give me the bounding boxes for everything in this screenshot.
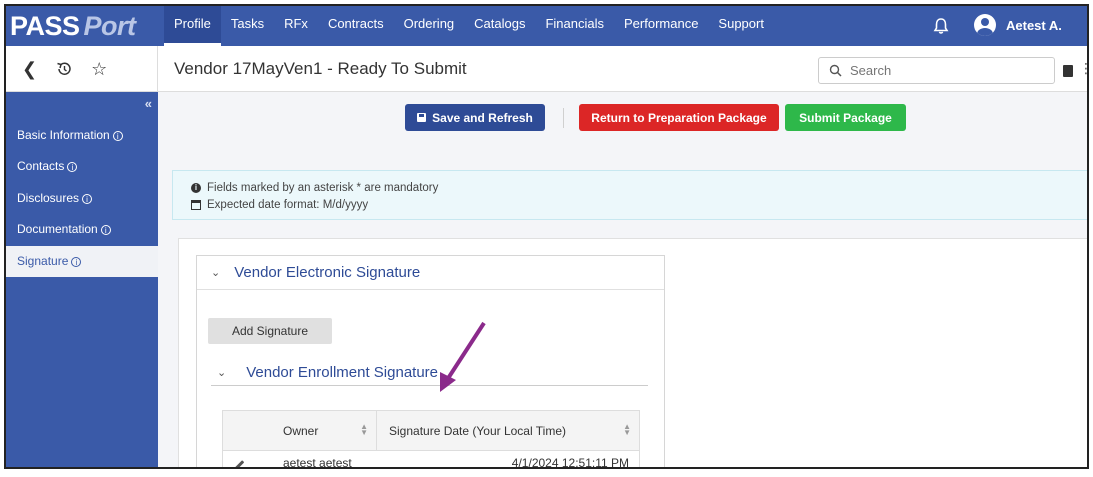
mandatory-fields-note: Fields marked by an asterisk * are manda… xyxy=(207,181,439,194)
history-icon[interactable] xyxy=(55,60,73,78)
info-notice: i Fields marked by an asterisk * are man… xyxy=(172,170,1087,220)
sidebar-item-contacts[interactable]: Contacts i xyxy=(6,151,158,182)
more-options-icon[interactable]: ⋮ xyxy=(1079,60,1087,77)
save-and-refresh-button[interactable]: Save and Refresh xyxy=(405,104,545,131)
search-box[interactable] xyxy=(818,57,1055,84)
sidebar-item-label: Documentation xyxy=(17,222,98,236)
nav-rfx[interactable]: RFx xyxy=(274,6,318,46)
edit-cell xyxy=(223,456,273,467)
sidebar: « Basic Information i Contacts i Disclosur… xyxy=(6,92,158,467)
user-avatar-icon[interactable] xyxy=(974,14,996,36)
favorite-star-icon[interactable]: ☆ xyxy=(91,59,107,80)
vendor-electronic-signature-section: ⌄ Vendor Electronic Signature Add Signat… xyxy=(196,255,665,469)
bell-icon[interactable] xyxy=(931,16,951,36)
passport-logo[interactable]: PASS Port xyxy=(6,6,158,46)
logo-pass-text: PASS xyxy=(10,10,80,41)
sort-icon[interactable]: ▲ ▼ xyxy=(623,423,631,437)
table-header: Owner ▲ ▼ Signature Date (Your Local Time… xyxy=(223,411,639,451)
signature-table: Owner ▲ ▼ Signature Date (Your Local Time… xyxy=(222,410,640,469)
logo-port-text: Port xyxy=(83,10,137,41)
chevron-down-icon[interactable]: ⌄ xyxy=(211,266,220,279)
column-label: Owner xyxy=(283,423,319,438)
sidebar-item-label: Basic Information xyxy=(17,128,110,142)
column-label: Signature Date (Your Local Time) xyxy=(389,423,566,438)
nav-financials[interactable]: Financials xyxy=(535,6,614,46)
search-icon xyxy=(829,64,842,77)
nav-profile[interactable]: Profile xyxy=(164,6,221,46)
column-header-signature-date[interactable]: Signature Date (Your Local Time) ▲ ▼ xyxy=(377,411,639,450)
date-format-note: Expected date format: M/d/yyyy xyxy=(207,198,369,211)
info-icon: i xyxy=(67,162,78,172)
info-icon: i xyxy=(71,257,82,267)
chevron-down-icon[interactable]: ⌄ xyxy=(217,366,226,379)
nav-tasks[interactable]: Tasks xyxy=(221,6,274,46)
page-title: Vendor 17MayVen1 - Ready To Submit xyxy=(174,59,467,78)
info-icon: i xyxy=(112,131,123,141)
user-name[interactable]: Aetest A. xyxy=(1006,18,1062,33)
subsection-title: Vendor Enrollment Signature xyxy=(246,364,439,381)
top-navigation-bar: PASS Port Profile Tasks RFx Contracts Ord… xyxy=(6,6,1087,46)
main-content: Save and Refresh Return to Preparation P… xyxy=(158,92,1087,469)
pencil-edit-icon[interactable] xyxy=(233,460,245,467)
signature-panel: ⌄ Vendor Electronic Signature Add Signat… xyxy=(178,238,1087,469)
return-to-preparation-button[interactable]: Return to Preparation Package xyxy=(579,104,779,131)
info-icon: i xyxy=(100,225,111,235)
toolbar-divider xyxy=(563,108,564,128)
page-header-tools: ❮ ☆ xyxy=(6,46,158,92)
nav-catalogs[interactable]: Catalogs xyxy=(464,6,535,46)
sidebar-item-label: Disclosures xyxy=(17,191,80,205)
sidebar-item-label: Contacts xyxy=(17,159,65,173)
save-button-label: Save and Refresh xyxy=(432,110,533,125)
info-icon: i xyxy=(82,194,93,204)
section-header[interactable]: ⌄ Vendor Electronic Signature xyxy=(197,256,664,290)
main-nav-menu: Profile Tasks RFx Contracts Ordering Cat… xyxy=(164,6,774,46)
sidebar-item-signature[interactable]: Signature i xyxy=(6,246,158,277)
submit-package-button[interactable]: Submit Package xyxy=(785,104,906,131)
page-header-bar: ❮ ☆ Vendor 17MayVen1 - Ready To Submit ⋮ xyxy=(6,46,1087,92)
sidebar-item-label: Signature xyxy=(17,254,69,268)
add-signature-button[interactable]: Add Signature xyxy=(208,318,332,344)
nav-performance[interactable]: Performance xyxy=(614,6,708,46)
nav-contracts[interactable]: Contracts xyxy=(318,6,394,46)
sidebar-item-documentation[interactable]: Documentation i xyxy=(6,214,158,245)
sidebar-item-basic-information[interactable]: Basic Information i xyxy=(6,120,158,151)
action-toolbar: Save and Refresh Return to Preparation P… xyxy=(158,92,1087,150)
save-icon xyxy=(417,113,427,122)
column-header-owner[interactable]: Owner ▲ ▼ xyxy=(273,411,377,450)
date-cell: 4/1/2024 12:51:11 PM xyxy=(511,456,629,469)
sort-icon[interactable]: ▲ ▼ xyxy=(360,423,368,437)
subsection-header[interactable]: ⌄ Vendor Enrollment Signature xyxy=(211,360,648,386)
calendar-icon xyxy=(191,199,201,210)
owner-cell: aetest aetest xyxy=(283,456,352,469)
nav-support[interactable]: Support xyxy=(708,6,774,46)
table-row: aetest aetest 4/1/2024 12:51:11 PM xyxy=(223,451,639,469)
sidebar-item-disclosures[interactable]: Disclosures i xyxy=(6,183,158,214)
header-blank xyxy=(223,411,273,450)
back-icon[interactable]: ❮ xyxy=(22,59,37,80)
nav-ordering[interactable]: Ordering xyxy=(394,6,465,46)
collapse-sidebar-icon[interactable]: « xyxy=(145,96,152,111)
app-window: PASS Port Profile Tasks RFx Contracts Ord… xyxy=(4,4,1089,469)
section-title: Vendor Electronic Signature xyxy=(234,264,421,281)
search-input[interactable] xyxy=(850,63,1030,78)
info-circle-icon: i xyxy=(191,182,201,193)
clipboard-icon[interactable] xyxy=(1063,65,1073,77)
